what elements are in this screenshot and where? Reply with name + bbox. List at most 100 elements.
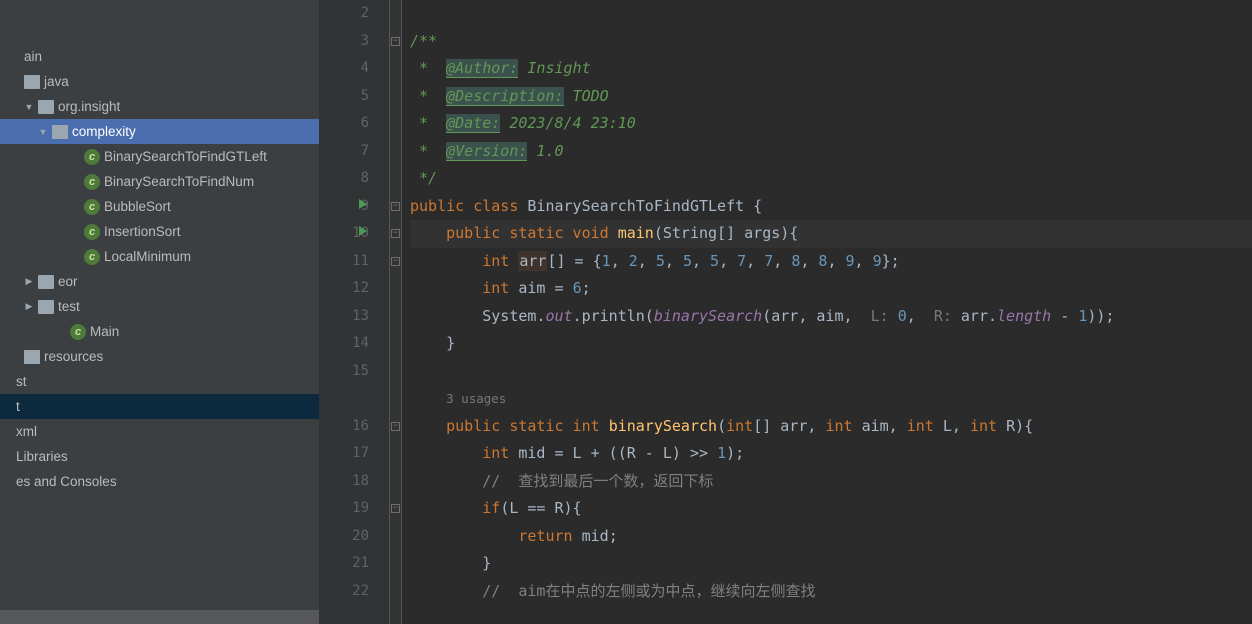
chevron-right-icon[interactable] <box>22 301 36 312</box>
fold-marker[interactable] <box>390 523 401 551</box>
code-line[interactable]: System.out.println(binarySearch(arr, aim… <box>410 303 1252 331</box>
code-editor[interactable]: 2345678910111213141516171819202122 −−−−−… <box>320 0 1252 624</box>
chevron-right-icon[interactable] <box>22 276 36 287</box>
tree-item-java[interactable]: java <box>0 69 319 94</box>
tree-item-xml[interactable]: xml <box>0 419 319 444</box>
tree-item-bubblesort[interactable]: BubbleSort <box>0 194 319 219</box>
fold-marker[interactable]: − <box>390 495 401 523</box>
tree-item-complexity[interactable]: complexity <box>0 119 319 144</box>
fold-marker[interactable] <box>390 440 401 468</box>
tree-item--libraries[interactable]: Libraries <box>0 444 319 469</box>
tree-item-localminimum[interactable]: LocalMinimum <box>0 244 319 269</box>
code-line[interactable]: int arr[] = {1, 2, 5, 5, 5, 7, 7, 8, 8, … <box>410 248 1252 276</box>
tree-item-org-insight[interactable]: org.insight <box>0 94 319 119</box>
fold-marker[interactable]: − <box>390 220 401 248</box>
class-icon <box>84 249 100 265</box>
fold-marker[interactable] <box>390 330 401 358</box>
tree-item-binarysearchtofindgtleft[interactable]: BinarySearchToFindGTLeft <box>0 144 319 169</box>
fold-marker[interactable] <box>390 275 401 303</box>
line-number[interactable]: 19 <box>320 495 369 523</box>
tree-item-main[interactable]: Main <box>0 319 319 344</box>
tree-item-binarysearchtofindnum[interactable]: BinarySearchToFindNum <box>0 169 319 194</box>
tree-item-t[interactable]: t <box>0 394 319 419</box>
line-number[interactable]: 16 <box>320 413 369 441</box>
fold-marker[interactable] <box>390 468 401 496</box>
code-line[interactable] <box>410 358 1252 386</box>
code-line[interactable]: return mid; <box>410 523 1252 551</box>
fold-marker[interactable] <box>390 303 401 331</box>
tree-item-st[interactable]: st <box>0 369 319 394</box>
code-line[interactable]: public class BinarySearchToFindGTLeft { <box>410 193 1252 221</box>
code-line[interactable]: } <box>410 330 1252 358</box>
fold-marker[interactable] <box>390 55 401 83</box>
chevron-down-icon[interactable] <box>36 127 50 137</box>
tree-label: Libraries <box>16 449 68 464</box>
line-number[interactable]: 17 <box>320 440 369 468</box>
tree-item-es-and-consoles[interactable]: es and Consoles <box>0 469 319 494</box>
line-number[interactable]: 14 <box>320 330 369 358</box>
fold-marker[interactable]: − <box>390 28 401 56</box>
line-number[interactable]: 15 <box>320 358 369 386</box>
line-number[interactable]: 13 <box>320 303 369 331</box>
fold-marker[interactable] <box>390 550 401 578</box>
code-line[interactable]: * @Author: Insight <box>410 55 1252 83</box>
line-number[interactable]: 8 <box>320 165 369 193</box>
code-line[interactable]: int mid = L + ((R - L) >> 1); <box>410 440 1252 468</box>
fold-marker[interactable] <box>390 358 401 386</box>
fold-marker[interactable] <box>390 110 401 138</box>
code-line[interactable] <box>410 0 1252 28</box>
fold-marker[interactable]: − <box>390 248 401 276</box>
fold-marker[interactable]: − <box>390 193 401 221</box>
code-line[interactable]: * @Version: 1.0 <box>410 138 1252 166</box>
line-number[interactable]: 5 <box>320 83 369 111</box>
line-number[interactable]: 12 <box>320 275 369 303</box>
line-number[interactable]: 7 <box>320 138 369 166</box>
code-line[interactable]: public static int binarySearch(int[] arr… <box>410 413 1252 441</box>
line-number[interactable]: 6 <box>320 110 369 138</box>
code-line[interactable]: // aim在中点的左侧或为中点，继续向左侧查找 <box>410 578 1252 606</box>
line-number[interactable]: 9 <box>320 193 369 221</box>
tree-item-insertionsort[interactable]: InsertionSort <box>0 219 319 244</box>
fold-column[interactable]: −−−−−− <box>390 0 402 624</box>
line-gutter[interactable]: 23456789101112131415 16171819202122 <box>320 0 390 624</box>
code-line[interactable]: 3 usages <box>410 385 1252 413</box>
line-number[interactable]: 4 <box>320 55 369 83</box>
fold-marker[interactable] <box>390 0 401 28</box>
line-number[interactable]: 20 <box>320 523 369 551</box>
run-gutter-icon[interactable] <box>359 199 367 209</box>
line-number[interactable]: 22 <box>320 578 369 606</box>
class-icon <box>84 149 100 165</box>
fold-marker[interactable] <box>390 138 401 166</box>
run-gutter-icon[interactable] <box>359 226 367 236</box>
fold-marker[interactable] <box>390 385 401 413</box>
code-line[interactable]: */ <box>410 165 1252 193</box>
code-line[interactable]: /** <box>410 28 1252 56</box>
tree-label: BubbleSort <box>104 199 171 214</box>
code-line[interactable]: * @Date: 2023/8/4 23:10 <box>410 110 1252 138</box>
line-number[interactable]: 11 <box>320 248 369 276</box>
line-number[interactable]: 21 <box>320 550 369 578</box>
line-number[interactable]: 18 <box>320 468 369 496</box>
line-number[interactable] <box>320 385 369 413</box>
line-number[interactable]: 3 <box>320 28 369 56</box>
fold-marker[interactable]: − <box>390 413 401 441</box>
tree-item-resources[interactable]: resources <box>0 344 319 369</box>
fold-marker[interactable] <box>390 165 401 193</box>
code-line[interactable]: * @Description: TODO <box>410 83 1252 111</box>
code-line[interactable]: } <box>410 550 1252 578</box>
tree-item-ain[interactable]: ain <box>0 44 319 69</box>
tree-item-eor[interactable]: eor <box>0 269 319 294</box>
tree-item-test[interactable]: test <box>0 294 319 319</box>
code-line[interactable]: int aim = 6; <box>410 275 1252 303</box>
line-number[interactable]: 10 <box>320 220 369 248</box>
code-line[interactable]: public static void main(String[] args){ <box>410 220 1252 248</box>
code-line[interactable]: if(L == R){ <box>410 495 1252 523</box>
fold-marker[interactable] <box>390 578 401 606</box>
chevron-down-icon[interactable] <box>22 102 36 112</box>
code-area[interactable]: /** * @Author: Insight * @Description: T… <box>402 0 1252 624</box>
fold-marker[interactable] <box>390 83 401 111</box>
line-number[interactable]: 2 <box>320 0 369 28</box>
tree-label: org.insight <box>58 99 120 114</box>
code-line[interactable]: // 查找到最后一个数，返回下标 <box>410 468 1252 496</box>
sidebar-scrollbar[interactable] <box>0 610 319 624</box>
